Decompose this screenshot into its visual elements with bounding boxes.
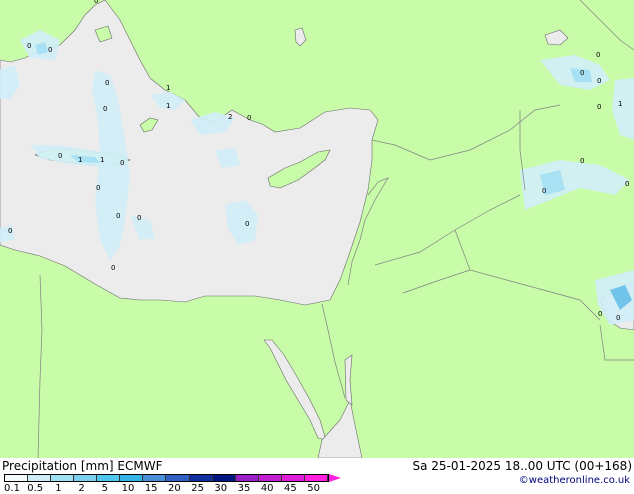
color-scale-swatch: [143, 475, 167, 481]
value-label: 1: [78, 156, 82, 164]
color-scale-swatch: [189, 475, 213, 481]
value-label: 0: [616, 314, 620, 322]
color-scale-legend: 0.1 0.5 1 2 5 10 15 20 25 30 35 40 45 50: [0, 472, 341, 494]
value-label: 0: [598, 310, 602, 318]
value-label: 1: [166, 84, 170, 92]
value-label: 1: [618, 100, 622, 108]
value-label: 0: [580, 157, 584, 165]
color-scale-swatch: [28, 475, 52, 481]
title-text: Precipitation [mm]: [2, 459, 114, 473]
scale-tick-label: 25: [191, 483, 204, 494]
scale-tick-label: 1: [55, 483, 62, 494]
scale-tick-label: 30: [214, 483, 228, 494]
color-scale-swatch: [120, 475, 144, 481]
value-label: 0: [116, 212, 120, 220]
value-label: 0: [597, 77, 601, 85]
value-label: 1: [166, 102, 170, 110]
value-label: 2: [228, 113, 232, 121]
value-label: 0: [542, 187, 546, 195]
value-label: 0: [58, 152, 62, 160]
value-label: 0: [94, 0, 98, 5]
value-label: 0: [105, 79, 109, 87]
scale-tick-label: 45: [284, 483, 297, 494]
scale-tick-label: 50: [307, 483, 320, 494]
value-label: 0: [137, 214, 141, 222]
map-title: Precipitation [mm] ECMWF: [2, 459, 162, 473]
color-scale-swatch: [212, 475, 236, 481]
value-label: 0: [597, 103, 601, 111]
value-label: 0: [580, 69, 584, 77]
color-scale-swatch: [5, 475, 29, 481]
scale-tick-label: 10: [121, 483, 135, 494]
value-label: 0: [245, 220, 249, 228]
scale-tick-label: 40: [260, 483, 274, 494]
scale-overflow-arrow: [328, 474, 341, 482]
scale-tick-label: 0.1: [4, 483, 20, 494]
color-scale-swatch: [51, 475, 75, 481]
precipitation-map: 0 0 0 0 0 0 1 0 0 1 0 2 0 0 1 1 0 0 0 0 0 0 0 0 0 0 0 1 0: [0, 0, 634, 458]
scale-tick-label: 20: [168, 483, 181, 494]
scale-tick-label: 35: [237, 483, 251, 494]
color-scale-swatch: [235, 475, 259, 481]
value-label: 0: [247, 114, 251, 122]
value-label: 0: [27, 42, 31, 50]
credit-link[interactable]: ©weatheronline.co.uk: [519, 475, 630, 486]
value-label: 0: [8, 227, 12, 235]
color-scale-swatch: [281, 475, 305, 481]
color-scale-swatch: [304, 475, 328, 481]
value-label: 0: [596, 51, 600, 59]
color-scale-bar: [4, 474, 329, 482]
value-label: 0: [96, 184, 100, 192]
color-scale-swatch: [74, 475, 98, 481]
value-label: 0: [625, 180, 629, 188]
footer-bar: Precipitation [mm] ECMWF Sa 25-01-2025 1…: [0, 458, 634, 494]
scale-tick-label: 5: [101, 483, 108, 494]
value-label: 0: [103, 105, 107, 113]
model-name: ECMWF: [117, 459, 163, 473]
value-label: 0: [120, 159, 124, 167]
value-label: 1: [100, 156, 104, 164]
color-scale-swatch: [166, 475, 190, 481]
scale-tick-label: 15: [144, 483, 158, 494]
valid-datetime: Sa 25-01-2025 18..00 UTC (00+168): [412, 459, 632, 473]
value-label: 0: [48, 46, 52, 54]
color-scale-swatch: [97, 475, 121, 481]
value-label: 0: [111, 264, 115, 272]
color-scale-swatch: [258, 475, 282, 481]
scale-tick-label: 0.5: [27, 483, 44, 494]
scale-tick-label: 2: [78, 483, 85, 494]
